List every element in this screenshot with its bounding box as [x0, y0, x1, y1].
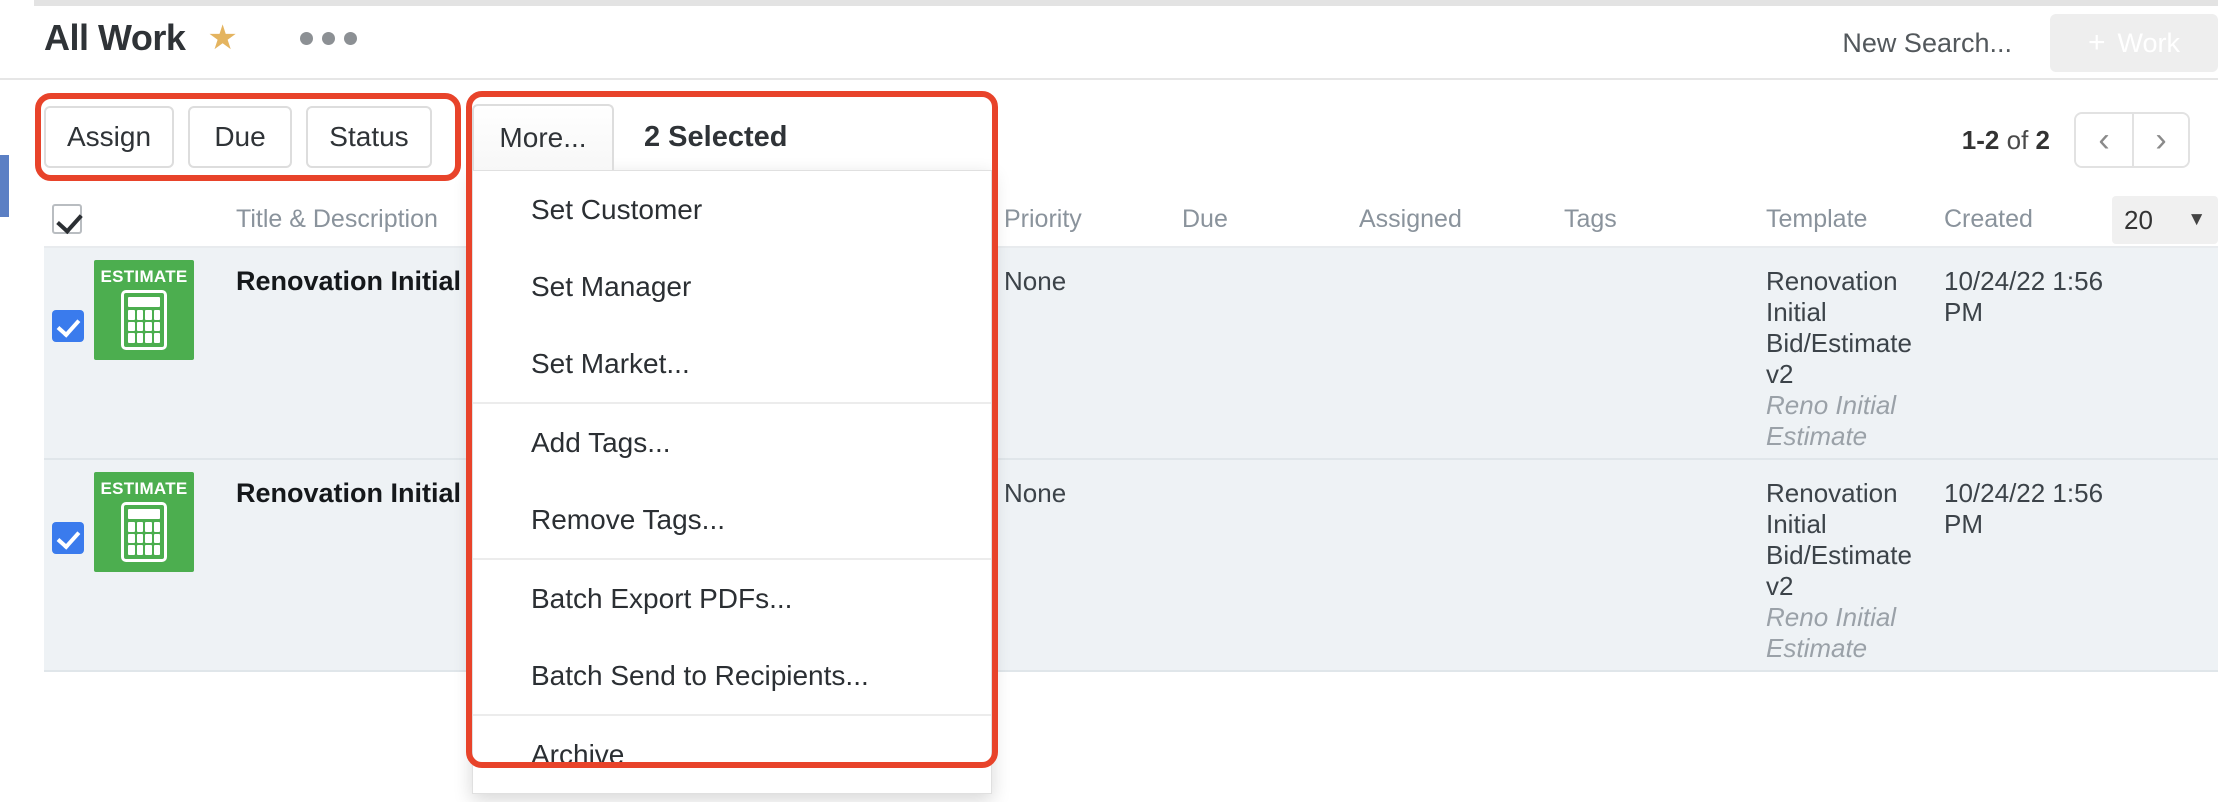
menu-item-batch-export-pdfs[interactable]: Batch Export PDFs...	[473, 560, 991, 637]
column-header-due[interactable]: Due	[1182, 190, 1228, 248]
pagination-of: of	[2006, 124, 2029, 155]
column-header-tags[interactable]: Tags	[1564, 190, 1617, 248]
menu-item-batch-send-to-recipients[interactable]: Batch Send to Recipients...	[473, 637, 991, 714]
selected-count-label: 2 Selected	[644, 120, 788, 153]
estimate-icon-label: ESTIMATE	[100, 267, 188, 286]
row-checkbox[interactable]	[52, 310, 84, 342]
estimate-icon: ESTIMATE	[94, 472, 194, 572]
column-header-title[interactable]: Title & Description	[236, 190, 438, 248]
column-header-assigned[interactable]: Assigned	[1359, 190, 1462, 248]
row-created: 10/24/22 1:56 PM	[1944, 266, 2104, 327]
pagination-total: 2	[2035, 124, 2050, 155]
calculator-screen	[128, 509, 160, 519]
menu-item-set-market[interactable]: Set Market...	[473, 325, 991, 402]
calculator-screen	[128, 297, 160, 307]
row-priority: None	[1004, 478, 1067, 508]
pagination-range-start: 1	[1961, 124, 1977, 155]
more-menu-wrapper: More... 2 Selected Set Customer Set Mana…	[472, 104, 992, 794]
row-template-name: Renovation Initial Bid/Estimate v2	[1766, 266, 1912, 389]
row-created: 10/24/22 1:56 PM	[1944, 478, 2104, 539]
menu-group: Add Tags... Remove Tags...	[473, 402, 991, 558]
row-template: Renovation Initial Bid/Estimate v2 Reno …	[1766, 266, 1916, 452]
calculator-keys	[128, 310, 160, 343]
page-title: All Work	[44, 17, 186, 58]
page-header-left: All Work ★	[44, 14, 357, 62]
page-size-value: 20	[2124, 204, 2153, 235]
pagination-dash: -	[1976, 124, 1985, 155]
calculator-icon	[121, 502, 167, 562]
work-table: Title & Description Priority Due Assigne…	[44, 190, 2218, 674]
menu-item-set-customer[interactable]: Set Customer	[473, 171, 991, 248]
table-header-row: Title & Description Priority Due Assigne…	[44, 190, 2218, 248]
column-header-priority[interactable]: Priority	[1004, 190, 1082, 248]
page-header: All Work ★ New Search... + Work	[0, 6, 2218, 80]
ellipsis-icon[interactable]	[299, 14, 357, 62]
more-menu-header: More... 2 Selected	[472, 104, 992, 170]
table-row[interactable]: ESTIMATE Renovation Initial Bid, None Re…	[44, 248, 2218, 460]
due-button[interactable]: Due	[188, 106, 292, 168]
pagination-range-end: 2	[1984, 124, 2000, 155]
app-root: All Work ★ New Search... + Work Assign D…	[0, 0, 2218, 802]
column-header-template[interactable]: Template	[1766, 190, 1867, 248]
pagination-buttons: ‹ ›	[2074, 112, 2190, 168]
pagination-range: 1-2 of 2	[1962, 125, 2050, 156]
next-page-icon[interactable]: ›	[2132, 114, 2188, 166]
menu-item-remove-tags[interactable]: Remove Tags...	[473, 481, 991, 558]
left-accent-bar	[0, 155, 9, 217]
row-template-sub: Reno Initial Estimate	[1766, 390, 1897, 451]
star-icon[interactable]: ★	[207, 14, 237, 62]
page-size-select[interactable]: 20 ▼	[2112, 196, 2218, 244]
table-row[interactable]: ESTIMATE Renovation Initial Bid, None Re…	[44, 460, 2218, 672]
calculator-keys	[128, 522, 160, 555]
estimate-icon-label: ESTIMATE	[100, 479, 188, 498]
pagination: 1-2 of 2 ‹ ›	[1962, 112, 2190, 168]
table-bottom-edge	[44, 672, 2218, 674]
chevron-down-icon: ▼	[2187, 209, 2206, 230]
select-all-checkbox[interactable]	[52, 204, 82, 234]
menu-item-add-tags[interactable]: Add Tags...	[473, 404, 991, 481]
new-work-button-label: Work	[2117, 27, 2181, 58]
page-header-right: New Search... + Work	[1842, 12, 2218, 74]
row-checkbox[interactable]	[52, 522, 84, 554]
assign-button[interactable]: Assign	[44, 106, 174, 168]
estimate-icon: ESTIMATE	[94, 260, 194, 360]
row-priority: None	[1004, 266, 1067, 296]
prev-page-icon[interactable]: ‹	[2076, 114, 2132, 166]
new-work-button[interactable]: + Work	[2050, 14, 2218, 72]
menu-group: Archive	[473, 714, 991, 793]
menu-item-archive[interactable]: Archive	[473, 716, 991, 793]
more-button[interactable]: More...	[472, 104, 614, 170]
status-button[interactable]: Status	[306, 106, 432, 168]
calculator-icon	[121, 290, 167, 350]
bulk-action-toolbar: Assign Due Status	[44, 106, 432, 168]
row-template-sub: Reno Initial Estimate	[1766, 602, 1897, 663]
menu-group: Set Customer Set Manager Set Market...	[473, 171, 991, 402]
column-header-created[interactable]: Created	[1944, 190, 2033, 248]
menu-item-set-manager[interactable]: Set Manager	[473, 248, 991, 325]
more-menu-panel: Set Customer Set Manager Set Market... A…	[472, 170, 992, 794]
new-search-link[interactable]: New Search...	[1842, 28, 2012, 59]
plus-icon: +	[2087, 26, 2106, 59]
row-template: Renovation Initial Bid/Estimate v2 Reno …	[1766, 478, 1916, 664]
menu-group: Batch Export PDFs... Batch Send to Recip…	[473, 558, 991, 714]
row-template-name: Renovation Initial Bid/Estimate v2	[1766, 478, 1912, 601]
